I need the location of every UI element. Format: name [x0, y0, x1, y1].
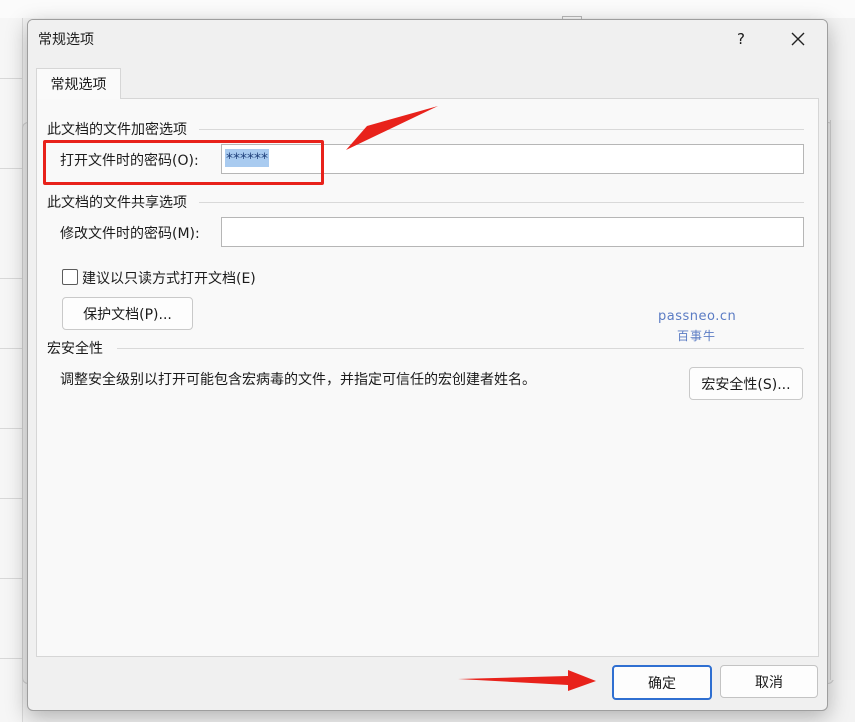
- tab-label: 常规选项: [50, 77, 107, 93]
- annotation-arrow-password: [346, 106, 438, 150]
- tab-general-options[interactable]: 常规选项: [36, 68, 121, 99]
- annotation-arrows: [346, 106, 596, 691]
- annotation-arrow-ok: [458, 670, 596, 691]
